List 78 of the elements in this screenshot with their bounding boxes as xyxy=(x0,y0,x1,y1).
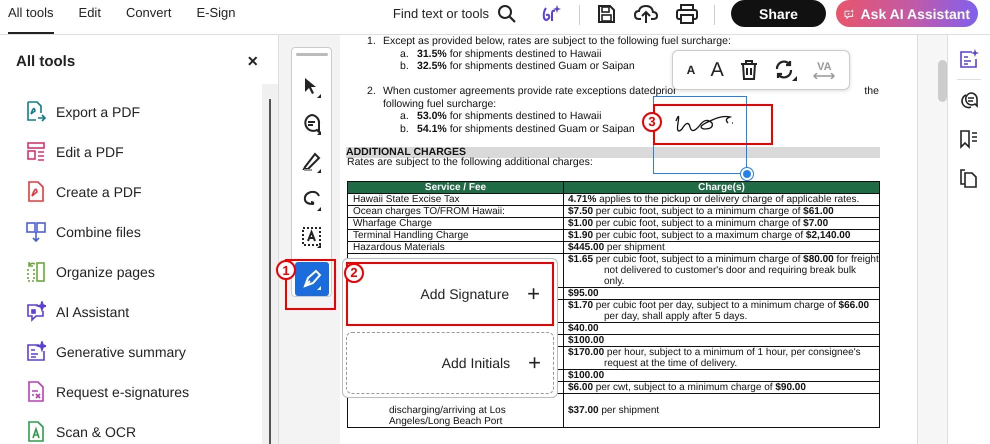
table-header-cell: Service / Fee xyxy=(348,182,564,194)
table-cell: $1.90 per cubic foot, subject to a maximum charge of $2,140.00 xyxy=(564,230,880,242)
list-number: 1. xyxy=(367,35,377,48)
tool-item[interactable]: Generative summary xyxy=(16,332,262,372)
close-button[interactable]: × xyxy=(243,51,262,72)
tool-item[interactable]: Organize pages xyxy=(16,252,262,292)
table-cell: $1.00 per cubic foot, subject to a minimum charge of $7.00 xyxy=(564,218,880,230)
list-text: 32.5% for shipments destined Guam or Saipan xyxy=(417,60,635,72)
table-cell: $1.65 per cubic foot, subject to a minimum charge of $80.00 for freight not delivered to customer's door and requiring break bulk only. xyxy=(564,254,880,288)
resize-handle[interactable] xyxy=(741,168,753,180)
summary-icon[interactable] xyxy=(959,49,979,69)
print-icon[interactable] xyxy=(676,4,698,24)
panel-title: All tools xyxy=(16,53,76,70)
list-text: the xyxy=(864,85,879,98)
list-text: Except as provided below, rates are subject to the following fuel surcharge: xyxy=(383,35,731,48)
menu-tab[interactable]: Edit xyxy=(78,0,101,34)
menu-tab[interactable]: Convert xyxy=(126,0,172,34)
list-text: following fuel surcharge: xyxy=(383,98,496,110)
scrollbar-thumb[interactable] xyxy=(938,60,947,102)
section-heading: ADDITIONAL CHARGES xyxy=(346,147,880,158)
tool-item[interactable]: Edit a PDF xyxy=(16,132,262,172)
list-text: 54.1% for shipments destined Guam or Saipan xyxy=(417,122,635,135)
cloud-upload-icon[interactable] xyxy=(634,4,658,24)
list-letter: a. xyxy=(400,110,410,122)
table-cell: $6.00 per cwt, subject to a minimum charge of $90.00 xyxy=(564,382,880,394)
sparkle-icon[interactable] xyxy=(541,4,563,24)
tool-item[interactable]: Scan & OCR xyxy=(16,412,262,444)
sign-tool[interactable] xyxy=(294,262,328,296)
table-header-cell: Charge(s) xyxy=(564,182,880,194)
search-label[interactable]: Find text or tools xyxy=(392,6,489,21)
table-cell: Hazardous Materials xyxy=(348,242,564,254)
font-smaller-button[interactable]: A xyxy=(684,55,698,85)
table-cell: $37.00 per shipment xyxy=(564,394,880,428)
chat-sparkle-icon xyxy=(26,301,46,323)
table-cell: $40.00 xyxy=(564,322,880,334)
ask-ai-button[interactable]: Ask AI Assistant xyxy=(836,0,978,27)
table-cell: $95.00 xyxy=(564,288,880,300)
highlighter-icon xyxy=(300,150,324,174)
tool-item[interactable]: AI Assistant xyxy=(16,292,262,332)
list-text: 31.5% for shipments destined to Hawaii xyxy=(417,48,602,60)
table-cell: Ocean charges TO/FROM Hawaii: xyxy=(348,206,564,218)
table-cell: $100.00 xyxy=(564,334,880,346)
drag-handle[interactable] xyxy=(296,53,328,56)
text-select-icon xyxy=(300,225,324,250)
table-cell: $445.00 per shipment xyxy=(564,242,880,254)
share-button[interactable]: Share xyxy=(731,0,826,27)
bookmark-icon[interactable] xyxy=(959,129,979,149)
pages-icon[interactable] xyxy=(959,168,979,188)
table-cell: $100.00 xyxy=(564,370,880,382)
section-text: Rates are subject to the following additional charges: xyxy=(347,156,594,168)
step-number: 3 xyxy=(642,112,662,132)
menu-option[interactable]: Add Initials + xyxy=(346,332,554,394)
tool-item[interactable]: Create a PDF xyxy=(16,172,262,212)
list-number: 2. xyxy=(367,85,377,99)
table-cell: Hawaii State Excise Tax xyxy=(348,194,564,206)
table-cell: Wharfage Charge xyxy=(348,218,564,230)
save-icon[interactable] xyxy=(596,4,616,24)
table-cell: Terminal Handling Charge xyxy=(348,230,564,242)
list-text: When customer agreements provide rate exceptions datedprior xyxy=(383,85,677,98)
comment-icon[interactable] xyxy=(959,90,979,110)
list-letter: b. xyxy=(400,122,410,135)
tool-item[interactable]: Export a PDF xyxy=(16,92,262,132)
menu-tab[interactable]: All tools xyxy=(8,0,54,34)
list-letter: a. xyxy=(400,48,410,60)
table-cell: 4.71% applies to the pickup or delivery charge of applicable rates. xyxy=(564,194,880,206)
double-arrow-icon xyxy=(813,72,836,78)
tool-item[interactable]: Request e-signatures xyxy=(16,372,262,412)
table-cell: $7.50 per cubic foot, subject to a minimum charge of $61.00 xyxy=(564,206,880,218)
font-larger-button[interactable]: A xyxy=(708,55,726,85)
summary-icon xyxy=(26,341,46,363)
list-text: 53.0% for shipments destined to Hawaii xyxy=(417,110,602,122)
search-icon[interactable] xyxy=(497,4,517,24)
list-letter: b. xyxy=(400,60,410,72)
menu-tab[interactable]: E-Sign xyxy=(196,0,236,34)
scrollbar[interactable] xyxy=(262,84,278,444)
table-cell: $1.70 per cubic foot per day, subject to a minimum charge of $66.00 per day, shall apply after 5 days. xyxy=(564,300,880,322)
table-cell: $170.00 per hour, subject to a minimum of 1 hour, per consignee's request at the time of delivery. xyxy=(564,346,880,370)
tool-item[interactable]: Combine files xyxy=(16,212,262,252)
